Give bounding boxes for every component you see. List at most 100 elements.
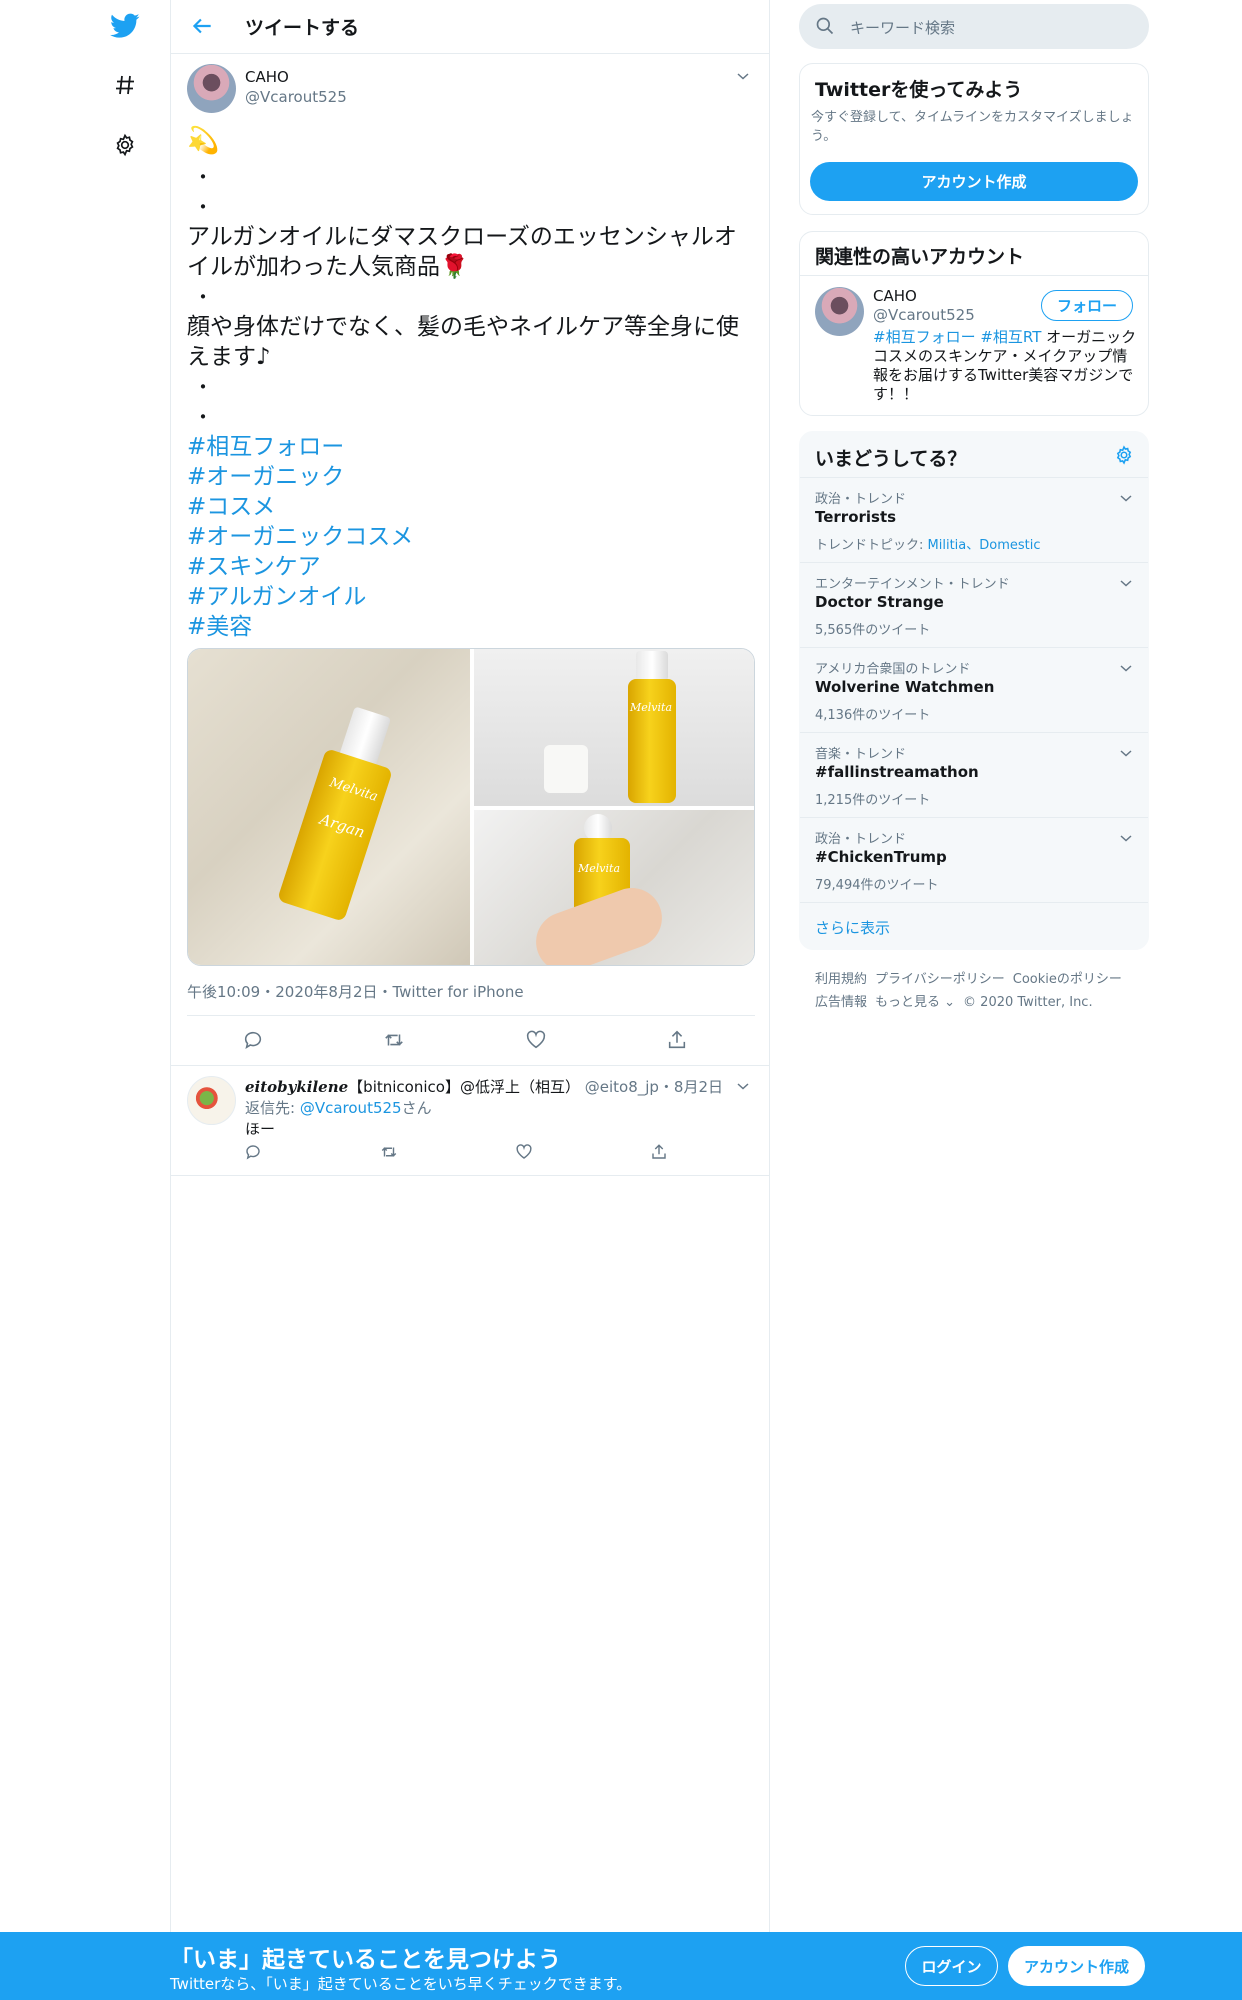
author-name[interactable]: CAHO: [245, 68, 289, 86]
footer-link[interactable]: プライバシーポリシー: [875, 972, 1005, 987]
tweet-line: 顔や身体だけでなく、髪の毛やネイルケア等全身に使えます♪: [187, 314, 739, 370]
bottle-cap: [544, 745, 588, 793]
trend-item[interactable]: 音楽・トレンド #fallinstreamathon 1,215件のツイート: [800, 732, 1148, 817]
explore-hashtag-icon[interactable]: [108, 68, 142, 102]
reply-to-line: 返信先: @Vcarout525さん: [245, 1097, 432, 1118]
chevron-down-icon[interactable]: [1118, 745, 1134, 761]
footer-link[interactable]: Cookieのポリシー: [1013, 972, 1122, 987]
trend-item[interactable]: 政治・トレンド #ChickenTrump 79,494件のツイート: [800, 817, 1148, 902]
trend-meta: 政治・トレンド: [815, 832, 907, 847]
retweet-icon[interactable]: [383, 1029, 405, 1051]
banner-create-account-button[interactable]: アカウント作成: [1008, 1946, 1145, 1986]
trend-count: 1,215件のツイート: [815, 793, 931, 808]
share-icon[interactable]: [666, 1029, 688, 1051]
trend-topics-links[interactable]: Militia、Domestic: [928, 538, 1041, 553]
trend-meta: 政治・トレンド: [815, 492, 907, 507]
show-more-link[interactable]: さらに表示: [815, 917, 890, 938]
oil-bottle: Melvita Argan: [276, 748, 394, 922]
hashtag-link[interactable]: #相互フォロー: [187, 432, 757, 462]
retweet-icon[interactable]: [380, 1143, 398, 1161]
page-title: ツイートする: [245, 17, 360, 39]
tweet-photo[interactable]: Melvita Argan: [188, 649, 470, 965]
chevron-down-icon[interactable]: [1118, 830, 1134, 846]
reply-author-suffix[interactable]: 【bitniconico】@低浮上（相互）: [348, 1078, 580, 1096]
trend-name: Wolverine Watchmen: [815, 678, 995, 696]
hashtag-link[interactable]: #スキンケア: [187, 552, 757, 582]
bottle-cap: [636, 651, 668, 681]
create-account-button[interactable]: アカウント作成: [810, 162, 1138, 201]
chevron-down-icon[interactable]: [1118, 575, 1134, 591]
tweet-line: ・: [193, 405, 213, 429]
bottle-brand: Melvita: [327, 775, 380, 805]
trend-count: 4,136件のツイート: [815, 708, 931, 723]
reply-menu-chevron-icon[interactable]: [735, 1078, 751, 1094]
trend-name: #ChickenTrump: [815, 848, 947, 866]
bottle-brand: Melvita: [630, 701, 673, 714]
tweet-timestamp[interactable]: 午後10:09・2020年8月2日・Twitter for iPhone: [187, 981, 524, 1002]
reply-to-handle[interactable]: @Vcarout525: [300, 1099, 402, 1117]
reply-author-handle[interactable]: @eito8_jp: [585, 1078, 659, 1096]
banner-title: 「いま」起きていることを見つけよう: [170, 1947, 561, 1973]
reply-author-name[interactable]: eitobykilene: [245, 1078, 348, 1096]
reply-tweet[interactable]: eitobykilene【bitniconico】@低浮上（相互） @eito8…: [171, 1066, 770, 1176]
search-input[interactable]: キーワード検索: [850, 17, 955, 38]
tweet-menu-chevron-icon[interactable]: [735, 68, 751, 84]
hashtag-link[interactable]: #美容: [187, 612, 757, 642]
login-button[interactable]: ログイン: [905, 1946, 998, 1986]
divider: [800, 275, 1148, 276]
tweet-media-grid: Melvita Argan Melvita Melvita: [187, 648, 755, 966]
trends-settings-gear-icon[interactable]: [1114, 445, 1134, 465]
hashtag-link[interactable]: #コスメ: [187, 492, 757, 522]
reply-date[interactable]: ・8月2日: [659, 1078, 723, 1096]
chevron-down-icon[interactable]: [1118, 660, 1134, 676]
author-avatar[interactable]: [187, 64, 236, 113]
related-accounts-card: 関連性の高いアカウント CAHO @Vcarout525 フォロー #相互フォロ…: [799, 231, 1149, 416]
tweet-line: ・: [193, 285, 213, 309]
footer-link[interactable]: 利用規約: [815, 972, 867, 987]
divider: [187, 1015, 755, 1016]
tweet-photo[interactable]: Melvita: [474, 810, 754, 965]
like-heart-icon[interactable]: [515, 1143, 533, 1161]
hashtag-link[interactable]: #アルガンオイル: [187, 582, 757, 612]
tweet-line: ・: [193, 195, 213, 219]
reply-icon[interactable]: [244, 1143, 262, 1161]
search-box[interactable]: キーワード検索: [799, 4, 1149, 49]
tweet-text: 💫 ・ ・ アルガンオイルにダマスクローズのエッセンシャルオイルが加わった人気商…: [187, 126, 757, 642]
author-handle[interactable]: @Vcarout525: [245, 88, 347, 106]
banner-subtitle: Twitterなら、「いま」起きていることをいち早くチェックできます。: [170, 1975, 632, 1993]
divider: [800, 902, 1148, 903]
bottle-product: Argan: [317, 810, 368, 842]
follow-button[interactable]: フォロー: [1041, 290, 1133, 321]
trend-item[interactable]: アメリカ合衆国のトレンド Wolverine Watchmen 4,136件のツ…: [800, 647, 1148, 732]
chevron-down-icon[interactable]: [1118, 490, 1134, 506]
related-account-avatar[interactable]: [815, 287, 864, 336]
footer-link[interactable]: もっと見る ⌄: [875, 995, 955, 1010]
footer-link[interactable]: 広告情報: [815, 995, 867, 1010]
trend-name: Doctor Strange: [815, 593, 944, 611]
trend-count: 79,494件のツイート: [815, 878, 939, 893]
settings-gear-icon[interactable]: [108, 128, 142, 162]
hashtag-link[interactable]: #オーガニックコスメ: [187, 522, 757, 552]
footer-links: 利用規約 プライバシーポリシー Cookieのポリシー 広告情報 もっと見る ⌄ © 2…: [815, 968, 1145, 1014]
trend-name: #fallinstreamathon: [815, 763, 979, 781]
bio-hashtags[interactable]: #相互フォロー #相互RT: [873, 328, 1041, 346]
trend-topics: トレンドトピック: Militia、Domestic: [815, 534, 1041, 553]
tweet-line: アルガンオイルにダマスクローズのエッセンシャルオイルが加わった人気商品🌹: [187, 224, 737, 280]
trend-item[interactable]: 政治・トレンド Terrorists トレンドトピック: Militia、Dom…: [800, 477, 1148, 562]
trend-meta: アメリカ合衆国のトレンド: [815, 662, 971, 677]
back-arrow-icon[interactable]: [189, 13, 215, 39]
tweet-photo[interactable]: Melvita: [474, 649, 754, 806]
twitter-bird-icon[interactable]: [108, 9, 142, 43]
share-icon[interactable]: [650, 1143, 668, 1161]
trend-meta: 音楽・トレンド: [815, 747, 907, 762]
hashtag-link[interactable]: #オーガニック: [187, 462, 757, 492]
main-column: ツイートする CAHO @Vcarout525 💫 ・ ・ アルガンオイルにダマ…: [170, 0, 770, 1932]
trend-item[interactable]: エンターテインメント・トレンド Doctor Strange 5,565件のツイ…: [800, 562, 1148, 647]
like-heart-icon[interactable]: [525, 1029, 547, 1051]
related-account-name[interactable]: CAHO: [873, 287, 917, 305]
reply-icon[interactable]: [242, 1029, 264, 1051]
reply-avatar[interactable]: [187, 1076, 236, 1125]
oil-bottle: Melvita: [628, 679, 676, 803]
copyright: © 2020 Twitter, Inc.: [963, 995, 1093, 1010]
related-account-handle[interactable]: @Vcarout525: [873, 306, 975, 324]
